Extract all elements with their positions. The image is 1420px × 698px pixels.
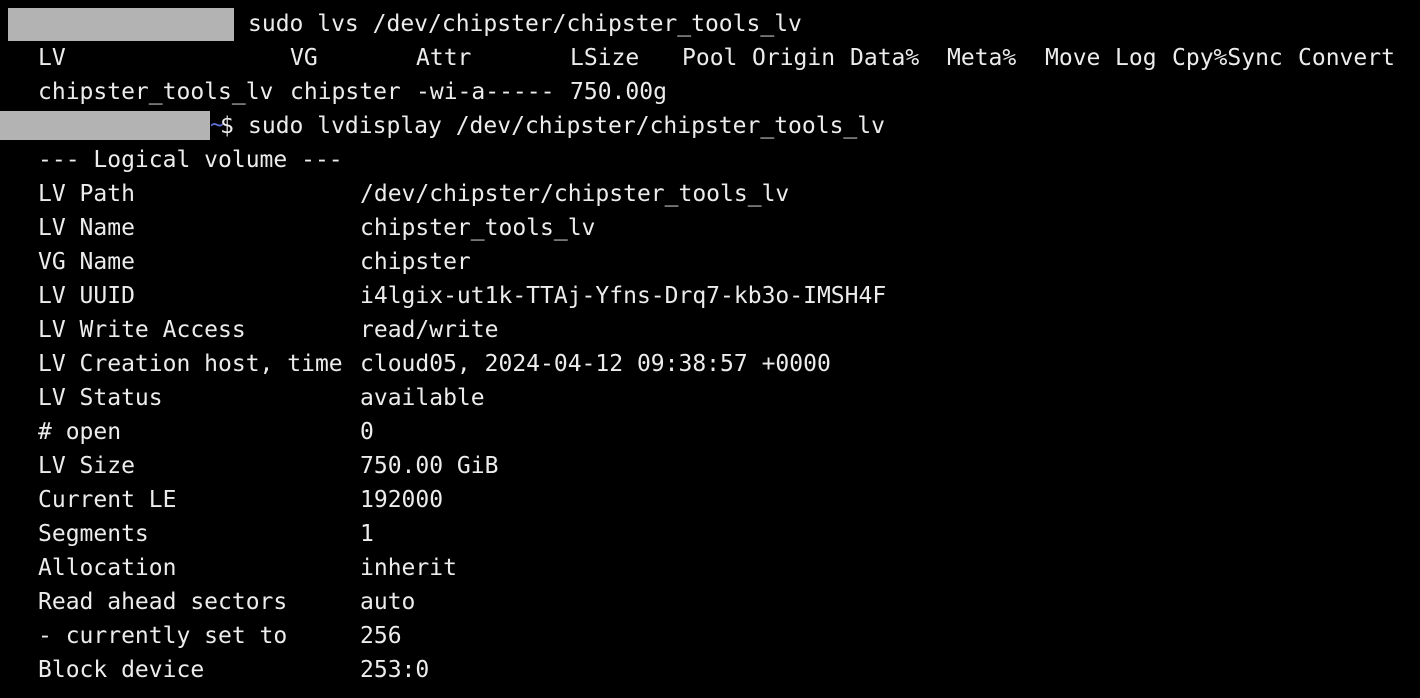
redacted-prompt: [0, 111, 210, 140]
lvs-header-convert: Convert: [1298, 45, 1395, 71]
lvdisplay-key: LV Write Access: [38, 317, 246, 343]
redacted-prompt: [8, 8, 234, 41]
lvs-header-cpysync: Cpy%Sync: [1172, 45, 1283, 71]
lvdisplay-value: 256: [360, 623, 402, 649]
lvs-cell-vg: chipster: [290, 79, 401, 105]
lvdisplay-value: 253:0: [360, 657, 430, 683]
lvdisplay-value: cloud05, 2024-04-12 09:38:57 +0000: [360, 351, 831, 377]
lvs-header-move: Move: [1045, 45, 1101, 71]
lvdisplay-value: auto: [360, 589, 416, 615]
command-lvs: sudo lvs /dev/chipster/chipster_tools_lv: [248, 11, 802, 37]
lvdisplay-value: 192000: [360, 487, 444, 513]
lvdisplay-key: Read ahead sectors: [38, 589, 288, 615]
lvdisplay-key: Current LE: [38, 487, 177, 513]
terminal-window[interactable]: sudo lvs /dev/chipster/chipster_tools_lv…: [0, 0, 1420, 698]
lvdisplay-value: 750.00 GiB: [360, 453, 499, 479]
lvdisplay-value: chipster_tools_lv: [360, 215, 596, 241]
lvdisplay-key: LV UUID: [38, 283, 135, 309]
lvdisplay-key: Segments: [38, 521, 149, 547]
lvdisplay-key: - currently set to: [38, 623, 288, 649]
lvs-header-pool: Pool: [682, 45, 738, 71]
lvdisplay-value: 0: [360, 419, 374, 445]
lvdisplay-value: /dev/chipster/chipster_tools_lv: [360, 181, 790, 207]
lvs-cell-lsize: 750.00g: [570, 79, 667, 105]
lvdisplay-value: i4lgix-ut1k-TTAj-Yfns-Drq7-kb3o-IMSH4F: [360, 283, 887, 309]
lvs-cell-lv: chipster_tools_lv: [38, 79, 274, 105]
lvdisplay-value: available: [360, 385, 485, 411]
lvdisplay-key: LV Size: [38, 453, 135, 479]
lvs-header-origin: Origin: [752, 45, 836, 71]
lvdisplay-key: LV Name: [38, 215, 135, 241]
lvdisplay-key: LV Creation host, time: [38, 351, 343, 377]
lvdisplay-value: chipster: [360, 249, 471, 275]
lvdisplay-key: VG Name: [38, 249, 135, 275]
lvs-header-log: Log: [1115, 45, 1157, 71]
lvs-header-lsize: LSize: [570, 45, 640, 71]
command-lvdisplay: sudo lvdisplay /dev/chipster/chipster_to…: [248, 113, 885, 139]
lvs-header-lv: LV: [38, 45, 66, 71]
lvdisplay-key: Allocation: [38, 555, 177, 581]
lvdisplay-value: inherit: [360, 555, 457, 581]
lvdisplay-key: # open: [38, 419, 122, 445]
lvdisplay-value: read/write: [360, 317, 499, 343]
lvs-header-attr: Attr: [416, 45, 472, 71]
lvs-cell-attr: -wi-a-----: [416, 79, 555, 105]
lvdisplay-key: LV Status: [38, 385, 163, 411]
lvdisplay-key: Block device: [38, 657, 205, 683]
lvs-header-data: Data%: [850, 45, 920, 71]
lvs-header-meta: Meta%: [947, 45, 1017, 71]
lvdisplay-value: 1: [360, 521, 374, 547]
lvdisplay-key: LV Path: [38, 181, 135, 207]
lvs-header-vg: VG: [290, 45, 318, 71]
prompt-symbol: $: [220, 113, 234, 139]
lvdisplay-heading: --- Logical volume ---: [38, 147, 343, 173]
